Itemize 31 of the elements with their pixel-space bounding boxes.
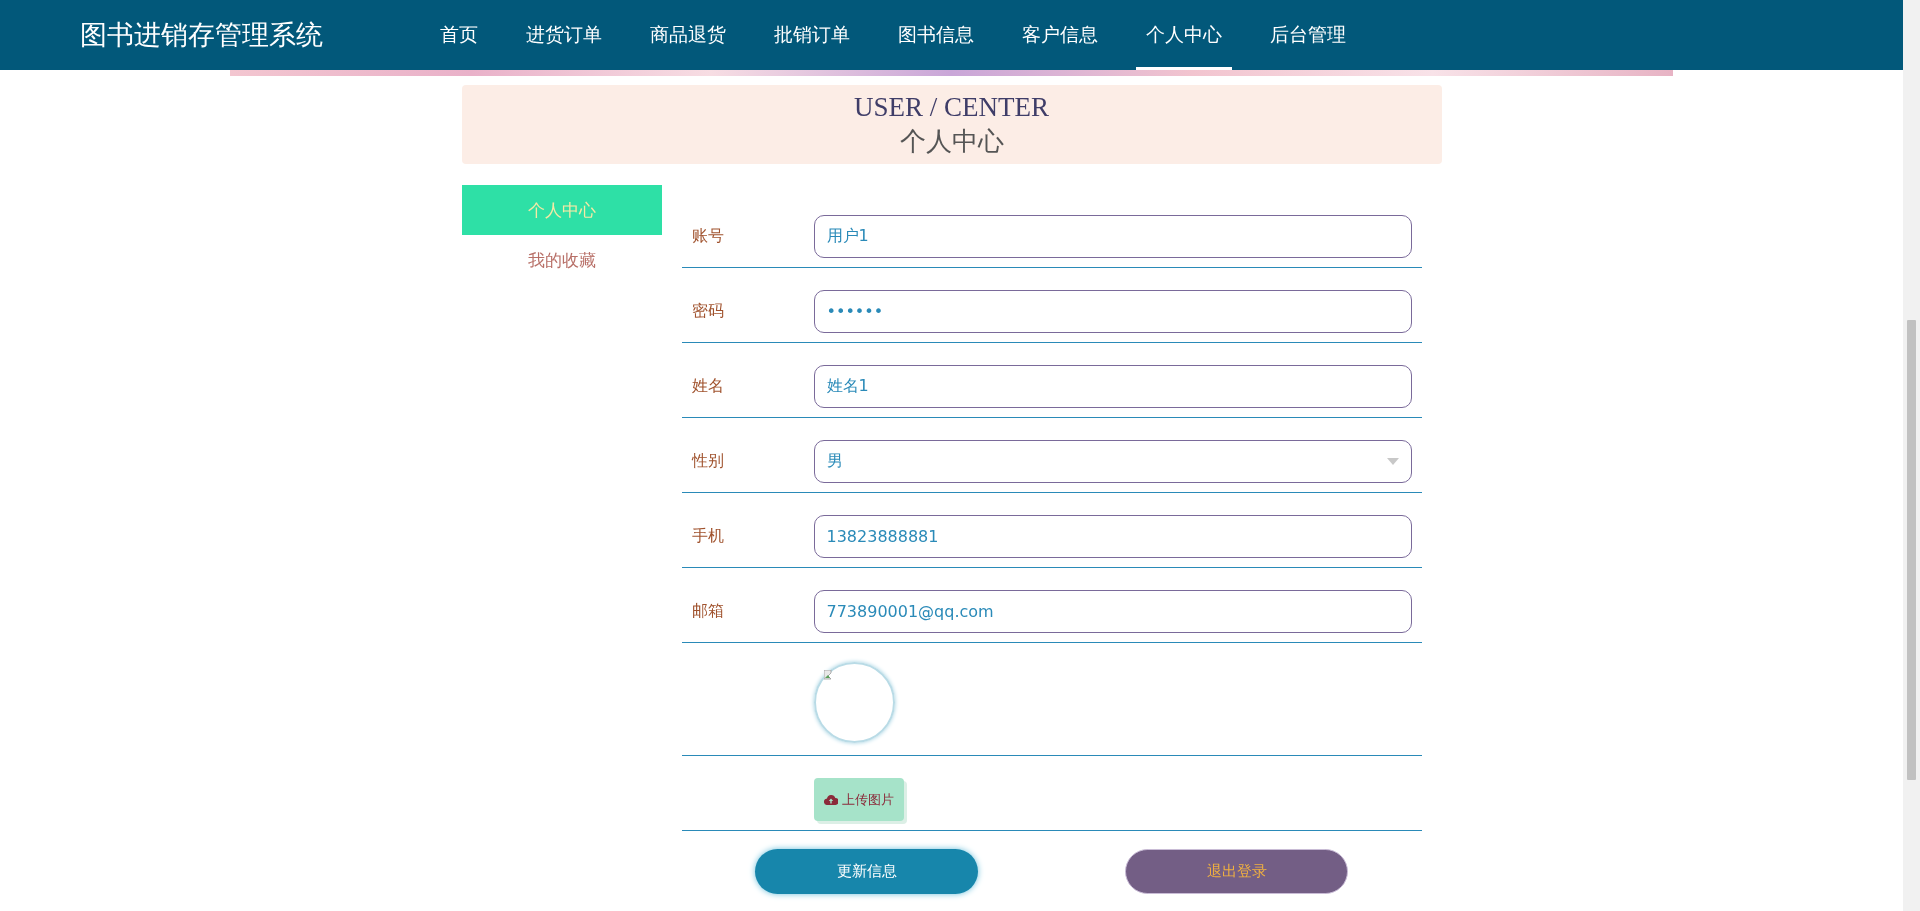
field-label: 账号 [690,226,725,247]
broken-image-icon [823,669,834,680]
cloud-upload-icon [823,794,838,805]
nav-link[interactable]: 图书信息 [888,0,984,70]
logout-button[interactable]: 退出登录 [1125,849,1348,894]
field-label: 性别 [690,451,725,472]
dropdown-caret-icon [1386,458,1399,465]
select-field[interactable]: 男 [813,440,1412,483]
upload-button[interactable]: 上传图片 [813,778,904,821]
field-label: 邮箱 [690,601,725,622]
sidebar-item[interactable]: 我的收藏 [461,235,662,285]
update-button[interactable]: 更新信息 [755,849,978,894]
nav-link[interactable]: 客户信息 [1012,0,1108,70]
input-field[interactable]: 用户1 [813,215,1412,258]
input-field[interactable]: •••••• [813,290,1412,333]
nav-link[interactable]: 商品退货 [640,0,736,70]
nav-link[interactable]: 进货订单 [516,0,612,70]
field-label: 手机 [690,526,725,547]
scrollbar-thumb[interactable] [1907,320,1916,780]
field-label: 姓名 [690,376,725,397]
input-field[interactable]: 773890001@qq.com [813,590,1412,633]
site-title: 图书进销存管理系统 [80,18,324,52]
banner-title: USER / CENTER [854,90,1049,124]
nav-link[interactable]: 批销订单 [764,0,860,70]
scrollbar[interactable] [1903,0,1920,911]
input-field[interactable]: 13823888881 [813,515,1412,558]
nav-link[interactable]: 首页 [430,0,488,70]
nav-link[interactable]: 后台管理 [1260,0,1356,70]
input-field[interactable]: 姓名1 [813,365,1412,408]
field-label: 密码 [690,301,725,322]
banner-subtitle: 个人中心 [899,125,1004,158]
